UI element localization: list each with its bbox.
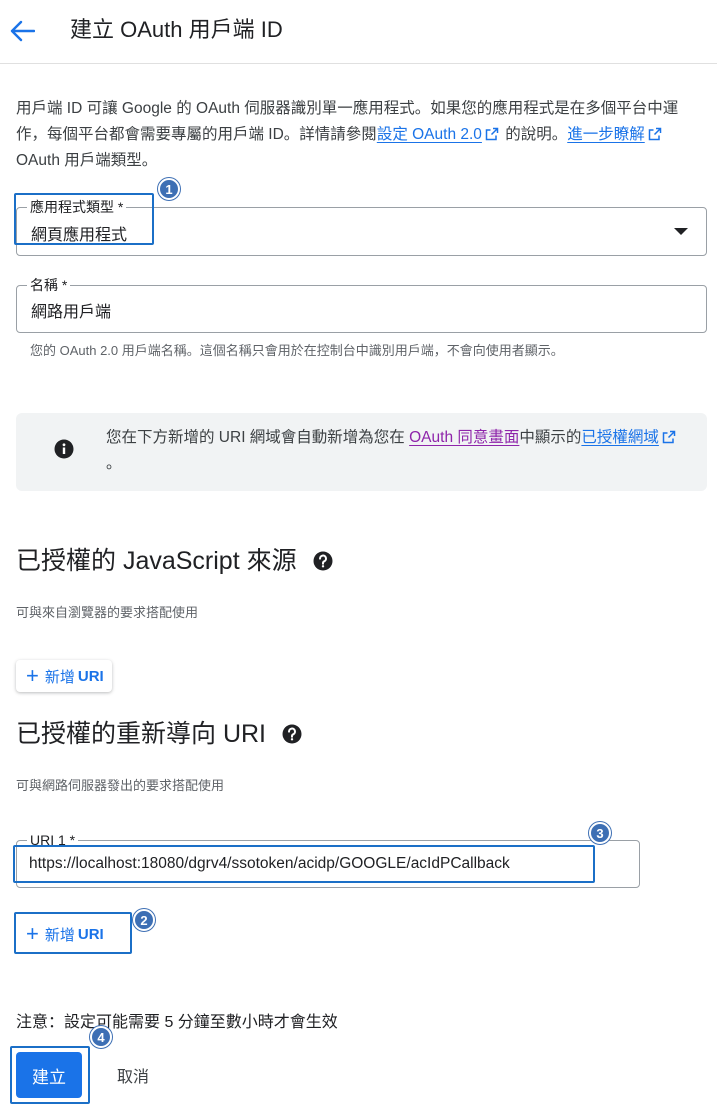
annotation-badge-1: 1 — [158, 178, 180, 200]
redirect-uri-1-value: https://localhost:18080/dgrv4/ssotoken/a… — [29, 855, 510, 872]
info-text: 您在下方新增的 URI 網域會自動新增為您在 OAuth 同意畫面中顯示的已授權… — [106, 425, 686, 477]
redirect-uris-title: 已授權的重新導向 URI — [16, 718, 302, 750]
app-bar: 建立 OAuth 用戶端 ID — [0, 0, 717, 64]
js-origins-title: 已授權的 JavaScript 來源 — [16, 545, 333, 577]
external-link-icon — [662, 430, 676, 444]
propagation-note: 注意：設定可能需要 5 分鐘至數小時才會生效 — [16, 1014, 338, 1031]
learn-more-link[interactable]: 進一步瞭解 — [567, 126, 664, 143]
name-label: 名稱 * — [27, 276, 71, 294]
name-value: 網路用戶端 — [31, 304, 112, 321]
intro-description: 用戶端 ID 可讓 Google 的 OAuth 伺服器識別單一應用程式。如果您… — [16, 96, 708, 174]
info-banner: 您在下方新增的 URI 網域會自動新增為您在 OAuth 同意畫面中顯示的已授權… — [16, 413, 707, 491]
annotation-badge-4: 4 — [90, 1026, 112, 1048]
annotation-badge-3: 3 — [589, 822, 611, 844]
page-title: 建立 OAuth 用戶端 ID — [70, 17, 283, 42]
add-js-origin-uri-button[interactable]: + 新增 URI — [16, 660, 112, 692]
redirect-uri-1-field[interactable]: URI 1 * https://localhost:18080/dgrv4/ss… — [16, 831, 640, 888]
intro-text-3: OAuth 用戶端類型。 — [16, 152, 158, 169]
info-icon — [54, 439, 74, 459]
dropdown-caret-icon — [674, 228, 688, 235]
setup-oauth-link[interactable]: 設定 OAuth 2.0 — [377, 126, 501, 143]
application-type-label: 應用程式類型 * — [27, 198, 127, 216]
oauth-consent-screen-link[interactable]: OAuth 同意畫面 — [409, 429, 519, 446]
redirect-uris-description: 可與網路伺服器發出的要求搭配使用 — [16, 778, 225, 793]
js-origins-description: 可與來自瀏覽器的要求搭配使用 — [16, 605, 199, 620]
add-redirect-uri-button[interactable]: + 新增 URI — [16, 918, 112, 950]
help-icon[interactable] — [313, 551, 333, 571]
help-icon[interactable] — [282, 724, 302, 744]
plus-icon: + — [26, 921, 39, 946]
external-link-icon — [648, 127, 661, 141]
back-button[interactable] — [8, 14, 36, 48]
external-link-icon — [485, 127, 499, 141]
create-button[interactable]: 建立 — [16, 1052, 82, 1098]
arrow-back-icon — [10, 20, 35, 42]
plus-icon: + — [26, 663, 39, 688]
redirect-uri-1-label: URI 1 * — [27, 831, 79, 849]
application-type-select[interactable]: 應用程式類型 * 網頁應用程式 — [16, 198, 707, 256]
authorized-domains-link[interactable]: 已授權網域 — [581, 429, 678, 446]
annotation-badge-2: 2 — [133, 909, 155, 931]
cancel-button[interactable]: 取消 — [100, 1052, 166, 1098]
application-type-value: 網頁應用程式 — [31, 227, 128, 244]
name-field[interactable]: 名稱 * 網路用戶端 — [16, 276, 707, 333]
name-hint: 您的 OAuth 2.0 用戶端名稱。這個名稱只會用於在控制台中識別用戶端，不會… — [30, 343, 564, 358]
intro-text-2: 的說明。 — [500, 126, 568, 143]
